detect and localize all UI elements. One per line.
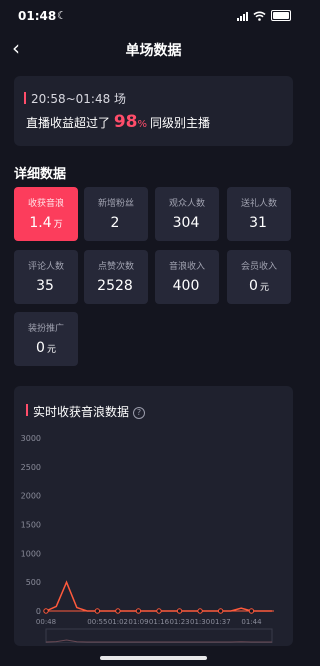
- ranking-prefix: 直播收益超过了: [26, 116, 111, 130]
- accent-bar: [26, 404, 28, 416]
- tile-likes[interactable]: 点赞次数 2528: [84, 250, 148, 304]
- ranking-percent: 98: [113, 112, 138, 132]
- tile-value: 400: [172, 278, 200, 294]
- x-tick-label: 00:48: [36, 618, 56, 626]
- details-title: 详细数据: [14, 167, 67, 182]
- x-tick-label: 00:55: [87, 618, 107, 626]
- nav-bar: ‹ 单场数据: [0, 32, 307, 66]
- x-tick-marker: [156, 608, 162, 614]
- range-slider-preview: [45, 639, 272, 643]
- x-tick-marker: [248, 608, 255, 614]
- tile-label: 评论人数: [27, 262, 64, 272]
- cellular-signal-icon: [237, 11, 248, 21]
- y-tick-label: 500: [26, 578, 41, 587]
- summary-card: 20:58~01:48 场 直播收益超过了 98% 同级别主播: [14, 76, 293, 146]
- home-indicator: [100, 656, 207, 660]
- help-icon[interactable]: ?: [133, 407, 146, 419]
- tile-value: 1.4 万: [29, 215, 63, 231]
- tile-gift-income[interactable]: 收获音浪 1.4 万: [14, 187, 78, 241]
- tile-label: 送礼人数: [240, 199, 277, 209]
- x-tick-label: 01:30: [190, 618, 210, 626]
- x-tick-marker: [197, 608, 203, 614]
- tile-new-fans[interactable]: 新增粉丝 2: [84, 187, 148, 241]
- x-tick-marker: [217, 608, 224, 614]
- tile-yinlang-income[interactable]: 音浪收入 400: [155, 250, 219, 304]
- status-time: 01:48: [18, 9, 57, 23]
- x-tick-label: 01:37: [211, 618, 231, 626]
- live-time-range: 20:58~01:48 场: [31, 92, 127, 106]
- x-tick-marker: [115, 608, 121, 614]
- status-icons: [237, 10, 291, 21]
- tile-value: 2: [110, 215, 120, 231]
- tile-label: 会员收入: [240, 262, 277, 272]
- tile-label: 装扮推广: [27, 324, 64, 334]
- x-tick-label: 01:16: [149, 618, 170, 626]
- tile-member-income[interactable]: 会员收入 0元: [227, 250, 291, 304]
- y-tick-label: 2500: [21, 463, 41, 472]
- tile-value: 0元: [36, 340, 56, 356]
- x-tick-label: 01:09: [128, 618, 148, 626]
- ranking-percent-unit: %: [137, 119, 148, 130]
- moon-icon: ☾: [57, 9, 67, 22]
- tile-gifters[interactable]: 送礼人数 31: [227, 187, 291, 241]
- chart-title-text: 实时收获音浪数据: [33, 405, 130, 419]
- range-slider[interactable]: [45, 628, 273, 643]
- tile-value: 31: [249, 215, 267, 231]
- x-tick-label: 01:02: [108, 618, 128, 626]
- battery-icon: [271, 10, 291, 21]
- ranking-suffix: 同级别主播: [150, 116, 211, 130]
- x-tick-marker: [176, 608, 183, 614]
- status-bar: 01:48 ☾: [0, 0, 307, 32]
- x-tick-marker: [135, 608, 142, 614]
- y-tick-label: 1500: [21, 521, 41, 530]
- tile-value: 0元: [249, 278, 269, 294]
- x-tick-marker: [94, 608, 101, 614]
- ranking-text: 直播收益超过了 98% 同级别主播: [26, 112, 210, 132]
- tile-value: 35: [36, 278, 54, 294]
- y-tick-label: 2000: [21, 492, 41, 501]
- page-title: 单场数据: [125, 43, 182, 59]
- tile-dressup-promo[interactable]: 装扮推广 0元: [14, 312, 78, 366]
- tile-label: 新增粉丝: [97, 199, 134, 209]
- x-tick-marker: [43, 608, 49, 614]
- tile-label: 点赞次数: [97, 262, 134, 272]
- y-tick-label: 3000: [21, 434, 41, 443]
- x-tick-label: 01:44: [241, 618, 262, 626]
- tile-label: 观众人数: [168, 199, 205, 209]
- tile-value: 2528: [97, 278, 133, 294]
- tile-commenters[interactable]: 评论人数 35: [14, 250, 78, 304]
- y-tick-label: 1000: [21, 549, 41, 558]
- x-tick-label: 01:23: [169, 618, 189, 626]
- tile-viewers[interactable]: 观众人数 304: [155, 187, 219, 241]
- tile-label: 音浪收入: [168, 262, 205, 272]
- accent-bar: [24, 92, 26, 104]
- tile-label: 收获音浪: [27, 199, 64, 209]
- income-line-chart: 30002500200015001000500000:48 00:55 01:02 0…: [21, 434, 274, 643]
- chart-title: 实时收获音浪数据?: [33, 403, 146, 420]
- tile-value: 304: [172, 215, 200, 231]
- y-tick-label: 0: [36, 607, 41, 616]
- wifi-icon: [253, 11, 266, 21]
- series-line: [45, 580, 272, 612]
